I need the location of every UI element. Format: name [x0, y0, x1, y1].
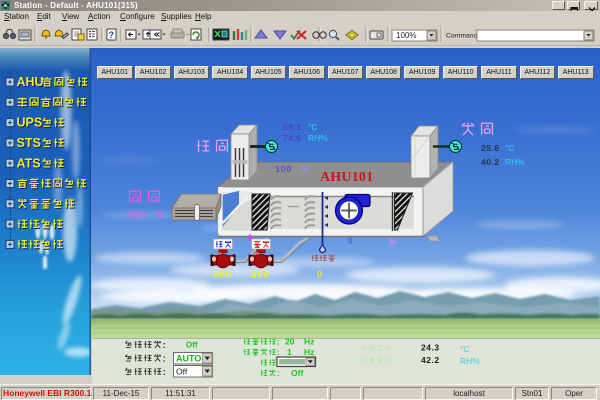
svg-text:?: ?	[109, 30, 115, 40]
svg-text:0: 0	[348, 237, 353, 246]
svg-text:°C: °C	[460, 344, 470, 354]
svg-text:%: %	[389, 238, 396, 247]
svg-text:STS: STS	[17, 136, 41, 150]
svg-text:100: 100	[275, 164, 292, 174]
svg-text:100: 100	[129, 209, 146, 219]
svg-text:0: 0	[317, 269, 322, 279]
svg-text:°C: °C	[308, 122, 318, 132]
svg-text::: :	[277, 348, 280, 357]
svg-text::: :	[163, 353, 166, 363]
svg-text:40.2: 40.2	[481, 157, 500, 167]
svg-text:25.6: 25.6	[481, 143, 500, 153]
svg-text:RH%: RH%	[505, 157, 525, 167]
svg-text:20: 20	[285, 338, 295, 347]
svg-text:100: 100	[251, 269, 270, 280]
svg-text::: :	[163, 340, 166, 350]
svg-text:Off: Off	[176, 367, 188, 377]
svg-text::: :	[277, 338, 280, 347]
svg-text:100: 100	[213, 269, 232, 280]
svg-text::: :	[163, 367, 166, 377]
svg-text:1: 1	[287, 347, 292, 357]
svg-text::: :	[392, 344, 395, 353]
svg-text:Off: Off	[291, 368, 303, 378]
svg-text:Hz: Hz	[304, 338, 314, 347]
svg-text:74.6: 74.6	[283, 133, 302, 143]
svg-text:AHU101: AHU101	[320, 170, 373, 185]
svg-text:AUTO: AUTO	[176, 354, 201, 364]
svg-text:Off: Off	[186, 341, 198, 350]
svg-text:24.3: 24.3	[421, 343, 440, 353]
svg-text:Hz: Hz	[304, 347, 314, 357]
svg-text::: :	[392, 356, 395, 365]
svg-text:AHU: AHU	[17, 75, 44, 89]
svg-text:°C: °C	[505, 143, 515, 153]
svg-text:58.1: 58.1	[283, 122, 302, 132]
svg-text:UPS: UPS	[17, 116, 43, 130]
svg-text::: :	[277, 369, 280, 378]
svg-text:Command: Command	[446, 33, 478, 40]
svg-text:100%: 100%	[396, 31, 416, 40]
svg-text:ATS: ATS	[17, 156, 41, 170]
svg-text:%: %	[156, 209, 164, 219]
svg-text:42.2: 42.2	[421, 355, 440, 365]
svg-text:RH%: RH%	[308, 133, 328, 143]
svg-text:%: %	[301, 164, 309, 174]
svg-text:RH%: RH%	[460, 356, 480, 366]
